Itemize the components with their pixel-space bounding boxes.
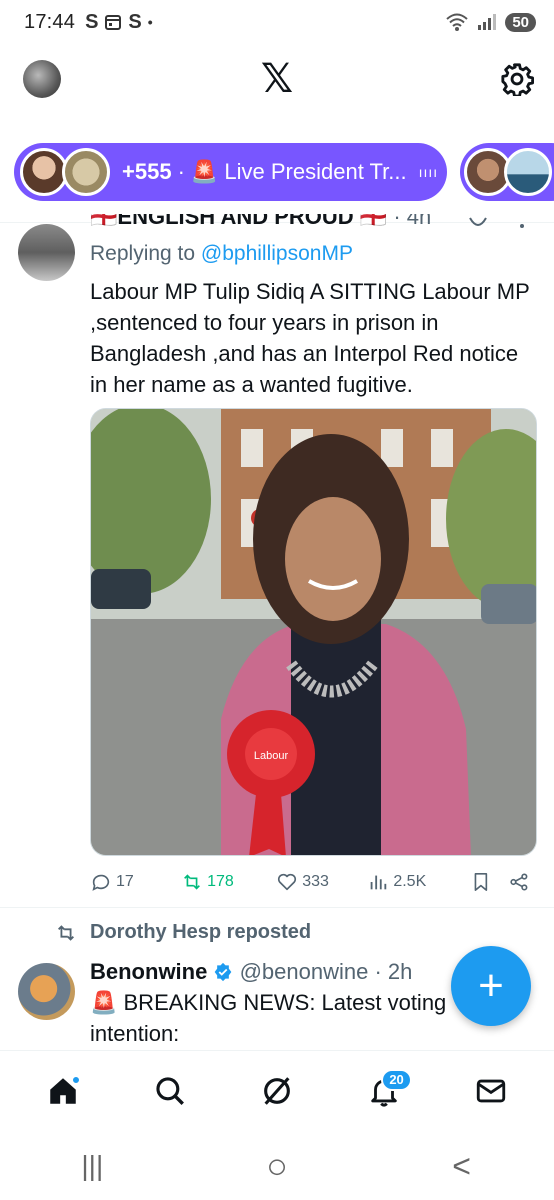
space-listener-count: +555: [122, 159, 172, 184]
mail-icon: [476, 1079, 505, 1102]
views-button[interactable]: 2.5K: [367, 871, 462, 893]
like-count: 333: [302, 873, 329, 890]
avatar: [62, 148, 110, 196]
views-icon: [370, 875, 387, 890]
verified-badge-icon: [215, 962, 232, 982]
tweet-time: · 4h: [393, 214, 432, 229]
reply-icon: [92, 874, 110, 891]
nav-grok[interactable]: [247, 1061, 307, 1121]
calendar-icon: [105, 15, 122, 30]
notification-icons: S S •: [85, 11, 153, 34]
nav-messages[interactable]: [461, 1061, 521, 1121]
top-header: 𝕏: [0, 56, 554, 104]
status-time: 17:44: [24, 10, 76, 33]
repost-icon: [184, 874, 201, 890]
space-title: 🚨 Live President Tr...: [190, 159, 407, 184]
reply-count: 17: [116, 873, 134, 890]
avatar: [504, 148, 552, 196]
recents-button[interactable]: |||: [62, 1146, 122, 1186]
tweet-image[interactable]: Labour: [90, 408, 537, 856]
author-name[interactable]: 🏴󠁧󠁢󠁥󠁮󠁧󠁿ENGLISH AND PROUD 🏴󠁧󠁢󠁥󠁮󠁧󠁿: [90, 214, 387, 229]
grok-icon[interactable]: [466, 216, 490, 232]
spaces-bar: +555 · 🚨 Live President Tr... ıııı: [0, 141, 554, 203]
space-host-avatars: [20, 148, 110, 196]
nav-home[interactable]: [33, 1061, 93, 1121]
notification-badge: 20: [381, 1068, 412, 1091]
replying-prefix: Replying to: [90, 242, 201, 265]
rosette-label: Labour: [254, 750, 289, 762]
views-count: 2.5K: [393, 873, 427, 890]
nav-notifications[interactable]: 20: [354, 1061, 414, 1121]
live-space-pill-secondary[interactable]: [460, 143, 554, 201]
status-bar: 17:44 S S • 50: [0, 0, 554, 44]
app-notification-icon: S: [128, 10, 142, 33]
gear-icon[interactable]: [500, 62, 534, 96]
profile-avatar[interactable]: [23, 60, 61, 98]
tweet-photo: Labour: [91, 409, 536, 855]
repost-icon: [58, 924, 74, 941]
repost-text: Dorothy Hesp reposted: [90, 921, 312, 943]
audio-bars-icon: ıııı: [418, 164, 439, 180]
bookmark-icon[interactable]: [470, 871, 492, 893]
grok-icon: [264, 1076, 290, 1105]
repost-button[interactable]: 178: [181, 871, 276, 893]
author-name[interactable]: Benonwine: [90, 959, 207, 984]
tweet-time: · 2h: [374, 959, 413, 984]
back-button[interactable]: <: [432, 1146, 492, 1186]
replying-to: Replying to @bphillipsonMP: [90, 242, 353, 266]
repost-count: 178: [207, 873, 234, 890]
repost-indicator[interactable]: Dorothy Hesp reposted: [54, 921, 311, 944]
bottom-navigation: 20: [0, 1050, 554, 1130]
replying-handle-link[interactable]: @bphillipsonMP: [201, 242, 353, 265]
home-button[interactable]: ○: [247, 1145, 307, 1186]
tweet-text: Labour MP Tulip Sidiq A SITTING Labour M…: [90, 279, 530, 397]
compose-button[interactable]: +: [451, 946, 531, 1026]
separator-dot: ·: [177, 159, 185, 184]
avatar[interactable]: [18, 224, 75, 281]
tweet-card[interactable]: 🏴󠁧󠁢󠁥󠁮󠁧󠁿ENGLISH AND PROUD 🏴󠁧󠁢󠁥󠁮󠁧󠁿 · 4h Re…: [0, 214, 554, 904]
battery-indicator: 50: [505, 12, 536, 32]
tweet-actions: 17 178 333 2.5K: [90, 868, 530, 896]
heart-icon: [278, 873, 297, 891]
avatar: [20, 148, 68, 196]
tweet-header: 🏴󠁧󠁢󠁥󠁮󠁧󠁿ENGLISH AND PROUD 🏴󠁧󠁢󠁥󠁮󠁧󠁿 · 4h: [90, 214, 431, 236]
app-notification-icon: S: [85, 10, 99, 33]
nav-search[interactable]: [140, 1061, 200, 1121]
signal-icon: [478, 14, 497, 30]
tweet-header: Benonwine @benonwine · 2h: [90, 959, 412, 985]
divider: [0, 907, 554, 908]
wifi-icon: [446, 13, 468, 31]
author-handle[interactable]: @benonwine: [240, 959, 369, 984]
avatar[interactable]: [18, 963, 75, 1020]
share-icon[interactable]: [508, 871, 530, 893]
more-notifications-dot: •: [147, 14, 153, 30]
live-space-pill[interactable]: +555 · 🚨 Live President Tr... ıııı: [14, 143, 447, 201]
unread-dot: [71, 1074, 82, 1085]
reply-button[interactable]: 17: [90, 871, 181, 893]
more-options-icon[interactable]: [518, 216, 526, 234]
like-button[interactable]: 333: [276, 871, 367, 893]
system-navigation: ||| ○ <: [0, 1132, 554, 1200]
x-logo-icon[interactable]: 𝕏: [258, 59, 296, 99]
search-icon: [156, 1076, 185, 1105]
